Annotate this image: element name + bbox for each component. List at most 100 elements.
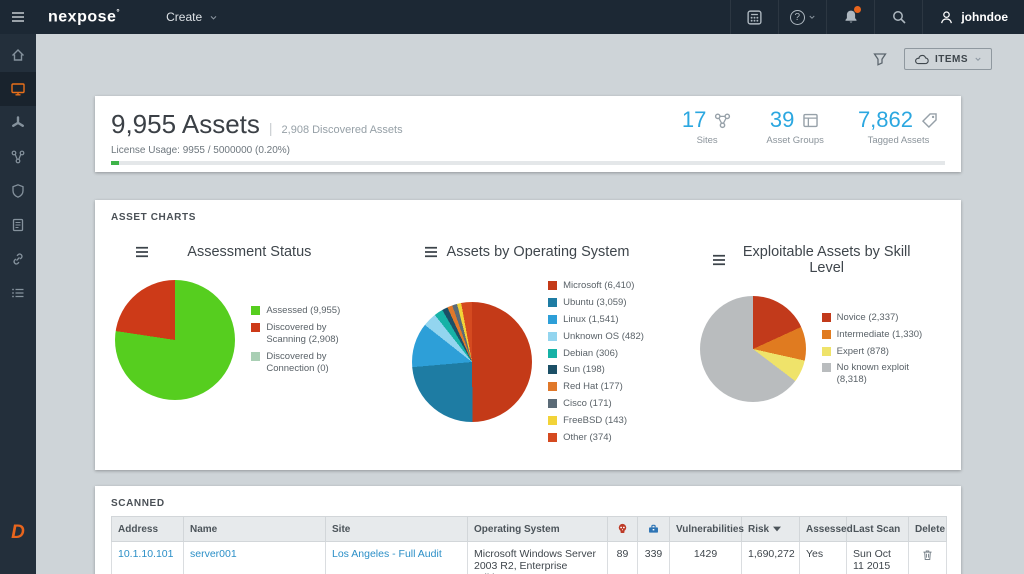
tagged-assets-label: Tagged Assets: [858, 135, 939, 146]
legend-swatch: [548, 399, 557, 408]
topbar-actions: ? johndoe: [730, 0, 1024, 34]
home-icon: [10, 47, 26, 63]
assets-by-os-pie[interactable]: [412, 302, 532, 422]
legend-swatch: [548, 315, 557, 324]
help-menu[interactable]: ?: [778, 0, 826, 34]
sidebar-item-home[interactable]: [0, 38, 36, 72]
legend-item: Ubuntu (3,059): [548, 297, 644, 309]
nexpose-dashboard: nexpose° Create ? johndoe: [0, 0, 1024, 574]
legend-item: Cisco (171): [548, 398, 644, 410]
create-menu[interactable]: Create: [158, 0, 226, 34]
discovered-assets-label: 2,908 Discovered Assets: [282, 124, 403, 136]
col-exploits[interactable]: [608, 517, 638, 542]
legend-item: Assessed (9,955): [251, 305, 363, 317]
notification-badge: [854, 6, 861, 13]
legend-swatch: [251, 323, 260, 332]
asset-charts-section-label: ASSET CHARTS: [111, 212, 196, 223]
col-last-scan[interactable]: Last Scan: [847, 517, 909, 542]
asset-charts-card: ASSET CHARTS Assessment Status Assessed …: [95, 200, 961, 470]
chart-legend: Novice (2,337) Intermediate (1,330) Expe…: [822, 312, 934, 386]
chart-menu-icon[interactable]: [712, 254, 726, 266]
stat-sites[interactable]: 17 Sites: [682, 107, 732, 146]
chart-menu-icon[interactable]: [424, 246, 438, 258]
legend-item: Novice (2,337): [822, 312, 934, 324]
exploitable-assets-pie[interactable]: [700, 296, 806, 402]
legend-item: FreeBSD (143): [548, 415, 644, 427]
asset-address-link[interactable]: 10.1.10.101: [118, 548, 173, 560]
hamburger-menu-icon[interactable]: [0, 0, 36, 34]
delete-asset-button[interactable]: [915, 548, 940, 562]
sidebar: D: [0, 34, 36, 574]
stat-tagged-assets[interactable]: 7,862 Tagged Assets: [858, 107, 939, 146]
asset-count: 9,955 Assets: [111, 109, 260, 140]
sidebar-item-exposures[interactable]: [0, 140, 36, 174]
sidebar-item-assets[interactable]: [0, 72, 36, 106]
user-icon: [939, 10, 954, 25]
user-menu[interactable]: johndoe: [922, 0, 1024, 34]
col-address[interactable]: Address: [112, 517, 184, 542]
chevron-down-icon: [209, 13, 218, 22]
attack-vector-icon: [10, 149, 26, 165]
legend-item: Red Hat (177): [548, 381, 644, 393]
sidebar-item-vulnerabilities[interactable]: [0, 106, 36, 140]
shield-icon: [10, 183, 26, 199]
chevron-down-icon: [974, 55, 982, 63]
filter-icon[interactable]: [872, 51, 888, 67]
charts-row: Assessment Status Assessed (9,955) Disco…: [95, 238, 961, 470]
main-content: ITEMS 9,955 Assets | 2,908 Discovered As…: [36, 34, 1024, 574]
legend-item: Microsoft (6,410): [548, 280, 644, 292]
legend-swatch: [548, 365, 557, 374]
chart-legend: Microsoft (6,410) Ubuntu (3,059) Linux (…: [548, 280, 644, 444]
app-logo: nexpose°: [48, 8, 120, 26]
items-dropdown-button[interactable]: ITEMS: [904, 48, 992, 70]
sidebar-item-administration[interactable]: [0, 276, 36, 310]
legend-item: Expert (878): [822, 346, 934, 358]
license-progress-bar: [111, 161, 945, 165]
col-assessed[interactable]: Assessed: [800, 517, 847, 542]
col-site[interactable]: Site: [326, 517, 468, 542]
rapid7-logo: D: [11, 522, 25, 544]
col-risk[interactable]: Risk: [742, 517, 800, 542]
table-row: 10.1.10.101 server001 Los Angeles - Full…: [112, 542, 947, 574]
legend-item: Discovered by Scanning (2,908): [251, 322, 363, 346]
chart-assessment-status: Assessment Status Assessed (9,955) Disco…: [95, 238, 384, 470]
divider: |: [269, 120, 273, 136]
report-icon: [10, 217, 26, 233]
chart-legend: Assessed (9,955) Discovered by Scanning …: [251, 305, 363, 374]
col-delete[interactable]: Delete: [909, 517, 947, 542]
assessment-status-pie[interactable]: [115, 280, 235, 400]
link-icon: [10, 251, 26, 267]
sites-icon: [713, 111, 732, 130]
malware-kit-count: 339: [638, 542, 670, 574]
stat-asset-groups[interactable]: 39 Asset Groups: [766, 107, 824, 146]
sort-desc-icon: [773, 526, 781, 532]
calculator-grid-icon[interactable]: [730, 0, 778, 34]
legend-swatch: [548, 382, 557, 391]
tagged-assets-count: 7,862: [858, 107, 913, 133]
sidebar-item-policies[interactable]: [0, 174, 36, 208]
notifications-button[interactable]: [826, 0, 874, 34]
col-name[interactable]: Name: [184, 517, 326, 542]
col-vulnerabilities[interactable]: Vulnerabilities: [670, 517, 742, 542]
legend-item: Sun (198): [548, 364, 644, 376]
sidebar-item-reports[interactable]: [0, 208, 36, 242]
col-malware-kits[interactable]: [638, 517, 670, 542]
tag-icon: [920, 111, 939, 130]
summary-stats: 17 Sites 39 Asset Groups: [682, 107, 939, 146]
search-button[interactable]: [874, 0, 922, 34]
asset-site-link[interactable]: Los Angeles - Full Audit: [332, 548, 442, 560]
legend-swatch: [822, 330, 831, 339]
scanned-assets-card: SCANNED Address Name Site Operating Syst…: [95, 486, 961, 574]
legend-swatch: [548, 433, 557, 442]
search-icon: [891, 9, 907, 25]
legend-swatch: [822, 363, 831, 372]
asset-groups-icon: [801, 111, 820, 130]
legend-item: Discovered by Connection (0): [251, 351, 363, 375]
asset-name-link[interactable]: server001: [190, 548, 237, 560]
trash-icon: [921, 548, 934, 562]
chart-menu-icon[interactable]: [135, 246, 149, 258]
col-operating-system[interactable]: Operating System: [468, 517, 608, 542]
sidebar-item-tickets[interactable]: [0, 242, 36, 276]
sites-count: 17: [682, 107, 706, 133]
license-progress-fill: [111, 161, 119, 165]
